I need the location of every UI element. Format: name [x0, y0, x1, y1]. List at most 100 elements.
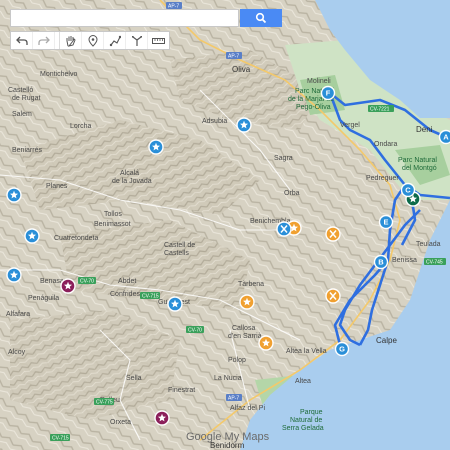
svg-text:CV-7221: CV-7221: [370, 107, 390, 113]
blue-food-marker[interactable]: [276, 221, 292, 237]
redo-button[interactable]: [33, 32, 55, 49]
route-point-e[interactable]: E: [378, 214, 394, 230]
svg-text:CV-70: CV-70: [188, 328, 202, 334]
road-shield-ap7-south: AP-7: [226, 394, 242, 402]
purple-star-marker[interactable]: [154, 410, 170, 426]
label-beniarres: Beniarrés: [12, 147, 42, 154]
label-cabo-1: Parque: [300, 409, 323, 416]
ruler-icon: [152, 37, 165, 44]
label-castell2: Castells: [164, 250, 189, 257]
road-shield-cv715: CV-715: [140, 292, 160, 300]
label-denia: Deni: [416, 125, 433, 134]
blue-star-marker[interactable]: [148, 139, 164, 155]
svg-text:CV-715: CV-715: [142, 294, 159, 300]
label-sella: Sella: [126, 375, 142, 382]
label-tarbena: Tàrbena: [238, 281, 264, 288]
measure-button[interactable]: [148, 32, 169, 49]
blue-star-marker[interactable]: [236, 117, 252, 133]
blue-star-marker[interactable]: [24, 228, 40, 244]
orange-food-marker[interactable]: [325, 288, 341, 304]
purple-star-marker[interactable]: [60, 278, 76, 294]
label-callosa2: d'en Sarrià: [228, 333, 262, 340]
label-polop: Polop: [228, 357, 246, 364]
route-point-label: G: [339, 345, 345, 354]
label-orxeta: Orxeta: [110, 419, 131, 426]
svg-text:AP-7: AP-7: [228, 396, 239, 402]
road-shield-cv775: CV-775: [94, 398, 114, 406]
label-calpe: Calpe: [376, 336, 397, 345]
label-benimassot: Benimassot: [94, 221, 131, 228]
blue-star-marker[interactable]: [167, 296, 183, 312]
label-sagra: Sagra: [274, 155, 293, 162]
orange-food-marker[interactable]: [325, 226, 341, 242]
label-montichelvo: Montichelvo: [40, 71, 77, 78]
label-tollos: Tollos: [104, 211, 122, 218]
label-altea: Altea: [295, 378, 311, 385]
hand-icon: [66, 35, 76, 47]
route-point-label: B: [378, 258, 384, 267]
directions-icon: [131, 35, 142, 46]
label-teulada: Teulada: [416, 241, 441, 248]
route-point-f[interactable]: F: [320, 85, 336, 101]
route-point-c[interactable]: C: [400, 182, 416, 198]
svg-text:CV-775: CV-775: [96, 400, 113, 406]
draw-line-button[interactable]: [104, 32, 126, 49]
google-my-maps-watermark: Google My Maps: [186, 431, 270, 443]
label-alcoy: Alcoy: [8, 349, 26, 356]
route-point-label: A: [443, 133, 449, 142]
route-point-label: F: [326, 89, 331, 98]
road-shield-cv715-b: CV-715: [50, 434, 70, 442]
road-shield-cv70-b: CV-70: [186, 326, 204, 334]
svg-text:CV-715: CV-715: [52, 436, 69, 442]
orange-star-marker[interactable]: [258, 335, 274, 351]
draw-line-icon: [109, 35, 121, 46]
route-point-g[interactable]: G: [334, 341, 350, 357]
route-point-a[interactable]: A: [438, 129, 450, 145]
label-ondara: Ondara: [374, 141, 397, 148]
road-shield-cv7221: CV-7221: [368, 105, 394, 113]
label-parc-marjal-3: Pego-Oliva: [296, 104, 331, 111]
svg-text:CV-70: CV-70: [80, 279, 94, 285]
svg-text:CV-745: CV-745: [426, 260, 443, 266]
label-salem: Salem: [12, 111, 32, 118]
route-point-label: C: [405, 186, 411, 195]
label-callosa1: Callosa: [232, 325, 255, 332]
road-shield-cv745: CV-745: [424, 258, 446, 266]
label-oliva: Oliva: [232, 65, 251, 74]
pan-tool-button[interactable]: [60, 32, 82, 49]
label-alcala: Alcalá: [120, 170, 139, 177]
label-adsubia: Adsubia: [202, 118, 227, 125]
label-castell1: Castell de: [164, 242, 195, 249]
label-finestrat: Finestrat: [168, 387, 195, 394]
label-orba: Orba: [284, 190, 300, 197]
label-planes: Planes: [46, 183, 68, 190]
label-alfaz: Alfaz del Pi: [230, 405, 265, 412]
search-icon: [255, 12, 267, 24]
label-castello: Castelló: [8, 87, 33, 94]
search-button[interactable]: [240, 9, 282, 27]
search-input[interactable]: [10, 9, 239, 27]
label-cabo-3: Serra Gelada: [282, 425, 324, 432]
route-point-b[interactable]: B: [373, 254, 389, 270]
label-molineli: Molineli: [307, 78, 331, 85]
undo-button[interactable]: [11, 32, 33, 49]
redo-icon: [37, 36, 50, 45]
label-la-nucia: La Nucia: [214, 375, 242, 382]
label-altea-vella: Altea la Vella: [286, 348, 327, 355]
map-toolbar: [10, 31, 170, 50]
marker-icon: [87, 34, 98, 47]
directions-button[interactable]: [126, 32, 148, 49]
label-parc-montgo-2: del Montgó: [402, 165, 437, 172]
route-point-label: E: [383, 218, 388, 227]
label-cabo-2: Natural de: [290, 417, 322, 424]
add-marker-button[interactable]: [82, 32, 104, 49]
label-pedreguer: Pedreguer: [366, 175, 399, 182]
label-vergel: Vergel: [340, 122, 360, 129]
blue-star-marker[interactable]: [6, 267, 22, 283]
orange-star-marker[interactable]: [239, 294, 255, 310]
label-cuatretondeta: Cuatretondeta: [54, 235, 98, 242]
blue-star-marker[interactable]: [6, 187, 22, 203]
svg-text:AP-7: AP-7: [228, 54, 239, 60]
label-alcala2: de la Jovada: [112, 178, 152, 185]
map-canvas[interactable]: Parc Natural de la Marjal de Pego-Oliva …: [0, 0, 450, 450]
